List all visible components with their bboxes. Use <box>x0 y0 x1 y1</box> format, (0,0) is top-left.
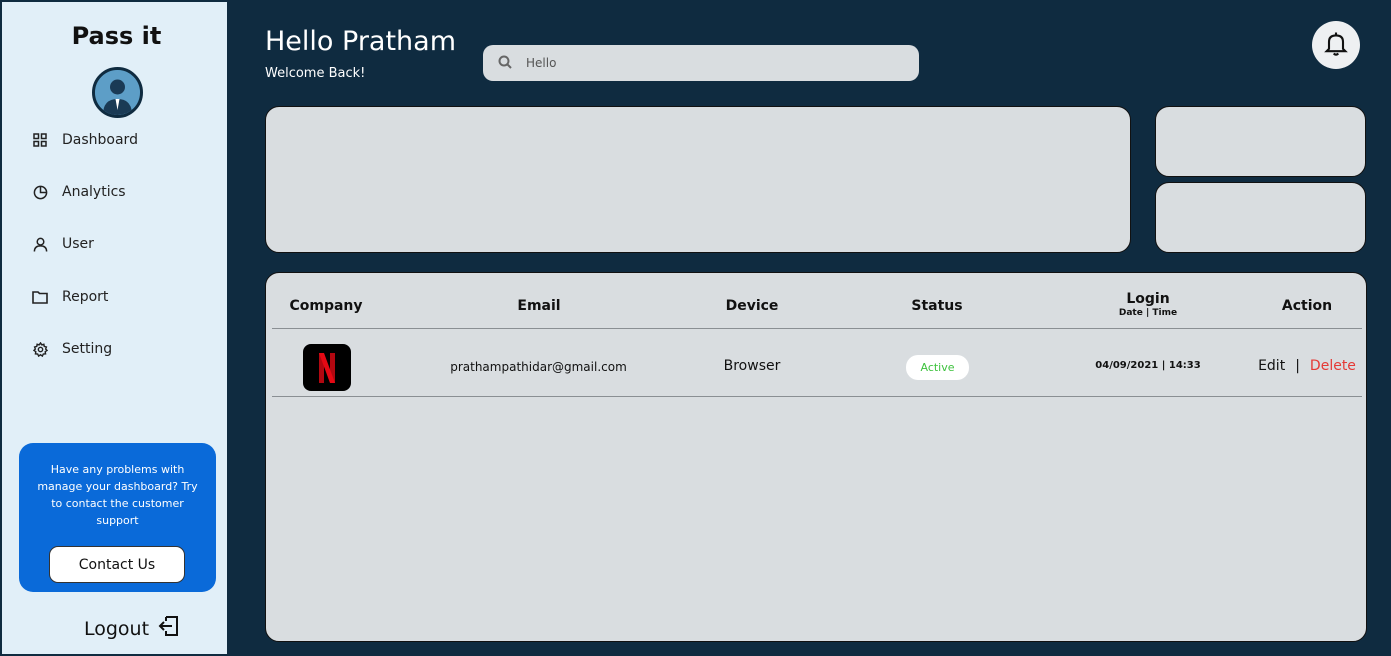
column-header-email: Email <box>517 298 561 314</box>
user-icon <box>32 236 48 252</box>
contact-us-button[interactable]: Contact Us <box>49 546 185 583</box>
sidebar-item-label: Setting <box>62 341 113 357</box>
summary-card-top <box>1155 106 1366 177</box>
status-badge: Active <box>906 355 969 380</box>
sidebar-item-dashboard[interactable]: Dashboard <box>32 132 138 148</box>
avatar[interactable] <box>92 67 143 118</box>
grid-icon <box>32 132 48 148</box>
sidebar-item-label: Dashboard <box>62 132 138 148</box>
row-actions: Edit | Delete <box>1251 358 1363 374</box>
search-bar[interactable] <box>483 45 919 81</box>
column-header-company: Company <box>289 298 363 314</box>
summary-card-bottom <box>1155 182 1366 253</box>
sidebar-item-setting[interactable]: Setting <box>32 341 112 357</box>
support-card: Have any problems with manage your dashb… <box>19 443 216 592</box>
column-header-status: Status <box>911 298 963 314</box>
welcome-subtitle: Welcome Back! <box>265 66 366 81</box>
logout-icon <box>157 614 181 643</box>
column-header-device: Device <box>725 298 779 314</box>
action-separator: | <box>1295 358 1300 374</box>
row-divider <box>272 396 1362 397</box>
logout-label: Logout <box>84 617 150 640</box>
header-divider <box>272 328 1362 329</box>
login-table: Company Email Device Status Login Date |… <box>265 272 1367 642</box>
column-header-login-sub: Date | Time <box>1118 308 1178 318</box>
search-input[interactable] <box>526 56 906 70</box>
sidebar-item-user[interactable]: User <box>32 236 94 252</box>
sidebar-item-analytics[interactable]: Analytics <box>32 184 126 200</box>
sidebar-item-label: Analytics <box>62 184 126 200</box>
page-title: Hello Pratham <box>265 26 457 57</box>
column-header-action: Action <box>1281 298 1333 314</box>
row-email: prathampathidar@gmail.com <box>450 360 627 374</box>
netflix-logo-icon <box>303 344 351 391</box>
row-device: Browser <box>723 358 781 374</box>
sidebar: Pass it Dashboard Analytics User Report … <box>0 0 229 656</box>
search-icon <box>498 54 512 73</box>
summary-card-main <box>265 106 1131 253</box>
sidebar-item-label: User <box>62 236 94 252</box>
row-login-datetime: 04/09/2021 | 14:33 <box>1095 360 1201 371</box>
bell-icon <box>1322 29 1350 61</box>
edit-link[interactable]: Edit <box>1258 358 1285 374</box>
sidebar-item-label: Report <box>62 289 109 305</box>
folder-icon <box>32 289 48 305</box>
delete-link[interactable]: Delete <box>1310 358 1356 374</box>
logout-button[interactable]: Logout <box>84 614 181 643</box>
notification-button[interactable] <box>1312 21 1360 69</box>
column-header-login: Login Date | Time <box>1098 291 1198 318</box>
support-text: Have any problems with manage your dashb… <box>37 463 198 527</box>
sidebar-item-report[interactable]: Report <box>32 289 108 305</box>
gear-icon <box>32 341 48 357</box>
pie-chart-icon <box>32 184 48 200</box>
brand-logo: Pass it <box>71 22 162 50</box>
column-header-login-label: Login <box>1126 291 1170 307</box>
